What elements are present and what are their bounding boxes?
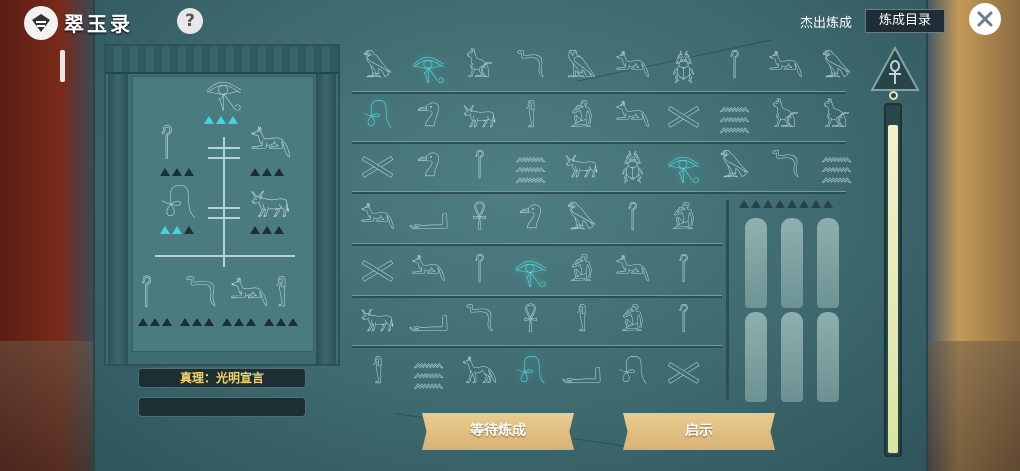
glyph-tile[interactable]: 𓅃 [352, 44, 403, 92]
glyph-tile[interactable]: 𓀾 [352, 350, 403, 398]
glyph-tile[interactable]: 𓏵 [352, 248, 403, 296]
glyph-row: 𓃢𓂝𓋹𓅿𓅃𓋾𓀁 [352, 196, 709, 244]
glyph-tile[interactable]: 𓃠 [454, 44, 505, 92]
mummy-panel [726, 200, 844, 402]
app-title: 翠玉录 [64, 12, 133, 36]
tree-bottom-glyph: 𓆓 [185, 279, 218, 314]
glyph-row: 𓀾𓈗𓃥𓍯𓂝𓍯𓏵 [352, 350, 709, 398]
help-button[interactable]: ? [177, 8, 203, 34]
tree-bottom-marks [138, 318, 298, 326]
glyph-tile[interactable]: 𓋾 [607, 196, 658, 244]
row-divider [352, 191, 846, 194]
glyph-tile[interactable]: 𓅿 [403, 144, 454, 192]
tree-bottom-glyph: 𓃢 [230, 279, 269, 314]
glyph-tile[interactable]: 𓋾 [658, 298, 709, 346]
glyph-tile[interactable]: 𓏵 [658, 350, 709, 398]
glyph-tile[interactable]: 𓃠 [811, 94, 862, 142]
glyph-tile[interactable]: 𓋾 [454, 144, 505, 192]
progress-knob [889, 91, 898, 100]
glyph-tile[interactable]: 𓅃 [811, 44, 862, 92]
glyph-tile[interactable]: 𓂝 [403, 298, 454, 346]
tree-bottom-glyph: 𓋾 [140, 279, 153, 314]
glyph-tile[interactable]: 𓂀 [658, 144, 709, 192]
glyph-tile[interactable]: 𓃢 [607, 248, 658, 296]
glyph-tile[interactable]: 𓃒 [454, 94, 505, 142]
glyph-row: 𓏵𓅿𓋾𓈗𓃒𓆣𓂀𓅃𓆓𓈗 [352, 144, 862, 192]
tree-right-glyph: 𓃢 [250, 127, 292, 165]
glyph-tile[interactable]: 𓃢 [403, 248, 454, 296]
glyph-tile[interactable]: 𓆓 [454, 298, 505, 346]
tree-right3-glyph: 𓃒 [250, 187, 291, 225]
glyph-tile[interactable]: 𓃒 [352, 298, 403, 346]
glyph-tile[interactable]: 𓆓 [505, 44, 556, 92]
glyph-tile[interactable]: 𓋾 [709, 44, 760, 92]
progress-bar [884, 103, 902, 457]
glyph-tile[interactable]: 𓃒 [556, 144, 607, 192]
glyph-tile[interactable]: 𓆣 [607, 144, 658, 192]
tree-left-glyph: 𓋾 [160, 127, 174, 165]
glyph-tile[interactable]: 𓈗 [709, 94, 760, 142]
glyph-tile[interactable]: 𓏵 [352, 144, 403, 192]
glyph-tile[interactable]: 𓈗 [403, 350, 454, 398]
glyph-tile[interactable]: 𓂀 [403, 44, 454, 92]
catalog-button[interactable]: 炼成目录 [865, 9, 945, 33]
tree-bottom-glyph: 𓀾 [275, 279, 287, 314]
glyph-tile[interactable]: 𓃥 [454, 350, 505, 398]
glyph-tile[interactable]: 𓍯 [352, 94, 403, 142]
tree-right-marks [250, 168, 284, 176]
glyph-tile[interactable]: 𓀁 [556, 94, 607, 142]
wait-alchemy-button[interactable]: 等待炼成 [422, 413, 574, 450]
glyph-tile[interactable]: 𓃢 [607, 44, 658, 92]
glyph-tile[interactable]: 𓈗 [811, 144, 862, 192]
glyph-tile[interactable]: 𓃢 [760, 44, 811, 92]
glyph-tile[interactable]: 𓃢 [352, 196, 403, 244]
glyph-tile[interactable]: 𓀁 [607, 298, 658, 346]
glyph-tile[interactable]: 𓀾 [556, 298, 607, 346]
tree-left3-marks [160, 226, 194, 234]
glyph-tile[interactable]: 𓂀 [505, 248, 556, 296]
glyph-tile[interactable]: 𓍯 [505, 350, 556, 398]
side-indicator [60, 50, 65, 82]
glyph-tile[interactable]: 𓏵 [658, 94, 709, 142]
tree-top-marks [204, 116, 238, 124]
glyph-tile[interactable]: 𓅃 [709, 144, 760, 192]
tree-top-glyph: 𓂀 [205, 77, 243, 112]
glyph-tile[interactable]: 𓀾 [505, 94, 556, 142]
glyph-tile[interactable]: 𓃢 [607, 94, 658, 142]
secondary-field [138, 397, 306, 417]
logo-icon [24, 6, 58, 40]
glyph-tile[interactable]: 𓃠 [760, 94, 811, 142]
glyph-tile[interactable]: 𓋹 [454, 196, 505, 244]
glyph-tile[interactable]: 𓆓 [760, 144, 811, 192]
row-divider [352, 243, 722, 246]
glyph-row: 𓃒𓂝𓆓𓋹𓀾𓀁𓋾 [352, 298, 709, 346]
glyph-tile[interactable]: 𓂝 [556, 350, 607, 398]
glyph-tile[interactable]: 𓋹 [505, 298, 556, 346]
tree-right3-marks [250, 226, 284, 234]
tree-left3-glyph: 𓍯 [160, 187, 197, 225]
glyph-tile[interactable]: 𓀁 [658, 196, 709, 244]
glyph-tile[interactable]: 𓂝 [403, 196, 454, 244]
row-divider [352, 345, 722, 348]
glyph-tile[interactable]: 𓅓 [556, 44, 607, 92]
glyph-tile[interactable]: 𓀁 [556, 248, 607, 296]
glyph-tile[interactable]: 𓈗 [505, 144, 556, 192]
hint-button[interactable]: 启示 [623, 413, 775, 450]
progress-fill [888, 124, 898, 453]
excellent-link[interactable]: 杰出炼成 [800, 12, 852, 31]
glyph-tile[interactable]: 𓋾 [658, 248, 709, 296]
glyph-tile[interactable]: 𓋾 [454, 248, 505, 296]
truth-label: 真理：光明宣言 [138, 368, 306, 388]
ankh-icon [867, 46, 923, 96]
tree-left-marks [160, 168, 194, 176]
glyph-row: 𓍯𓅿𓃒𓀾𓀁𓃢𓏵𓈗𓃠𓃠 [352, 94, 862, 142]
glyph-tile[interactable]: 𓍯 [607, 350, 658, 398]
glyph-row: 𓅃𓂀𓃠𓆓𓅓𓃢𓆣𓋾𓃢𓅃 [352, 44, 862, 92]
glyph-tile[interactable]: 𓅿 [505, 196, 556, 244]
glyph-tile[interactable]: 𓅿 [403, 94, 454, 142]
glyph-tile[interactable]: 𓆣 [658, 44, 709, 92]
close-icon[interactable] [969, 3, 1001, 35]
glyph-tile[interactable]: 𓅃 [556, 196, 607, 244]
glyph-row: 𓏵𓃢𓋾𓂀𓀁𓃢𓋾 [352, 248, 709, 296]
